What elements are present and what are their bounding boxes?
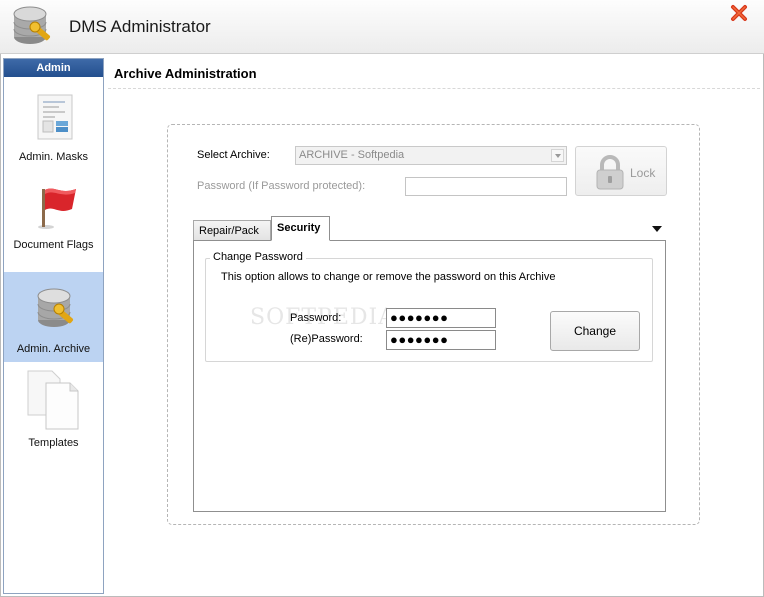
- sidebar-header: Admin: [4, 59, 103, 77]
- tab-security[interactable]: Security: [271, 216, 330, 241]
- tab-repair-pack[interactable]: Repair/Pack: [193, 220, 271, 241]
- sidebar-item-templates[interactable]: Templates: [4, 365, 103, 455]
- select-archive-label: Select Archive:: [197, 149, 270, 161]
- password-field[interactable]: ●●●●●●●: [386, 308, 496, 328]
- title-bar: DMS Administrator: [0, 0, 764, 54]
- archive-select-value: ARCHIVE - Softpedia: [299, 149, 405, 161]
- password-label: Password:: [290, 312, 342, 324]
- archive-password-field[interactable]: [405, 177, 567, 196]
- title-divider: [108, 88, 760, 89]
- lock-icon: [596, 155, 624, 190]
- database-wrench-icon: [13, 6, 51, 44]
- change-button[interactable]: Change: [550, 311, 640, 351]
- sidebar-item-document-flags[interactable]: Document Flags: [4, 179, 103, 271]
- chevron-down-icon[interactable]: [551, 149, 564, 162]
- sidebar-item-label: Admin. Masks: [18, 151, 89, 163]
- sidebar-item-admin-archive[interactable]: Admin. Archive: [4, 272, 103, 362]
- repassword-field[interactable]: ●●●●●●●: [386, 330, 496, 350]
- repassword-label: (Re)Password:: [290, 333, 363, 345]
- sidebar: Admin Admin. Masks Document Flags Admin.…: [3, 58, 104, 594]
- group-title: Change Password: [210, 251, 306, 263]
- sidebar-item-label: Templates: [28, 437, 79, 449]
- lock-button-label: Lock: [630, 166, 656, 180]
- group-description: This option allows to change or remove t…: [221, 271, 556, 283]
- page-title: Archive Administration: [114, 66, 257, 81]
- sidebar-item-admin-masks[interactable]: Admin. Masks: [4, 87, 103, 173]
- sidebar-item-label: Document Flags: [13, 239, 94, 251]
- lock-button[interactable]: Lock: [575, 146, 667, 196]
- window-title: DMS Administrator: [69, 17, 211, 36]
- sidebar-item-label: Admin. Archive: [16, 343, 91, 355]
- archive-select[interactable]: ARCHIVE - Softpedia: [295, 146, 567, 165]
- database-key-icon: [37, 288, 74, 327]
- close-icon[interactable]: [729, 3, 749, 23]
- templates-icon: [27, 370, 79, 430]
- tab-list-dropdown-icon[interactable]: [651, 224, 663, 234]
- archive-password-label: Password (If Password protected):: [197, 180, 366, 192]
- flag-icon: [38, 188, 76, 229]
- masks-icon: [37, 94, 73, 140]
